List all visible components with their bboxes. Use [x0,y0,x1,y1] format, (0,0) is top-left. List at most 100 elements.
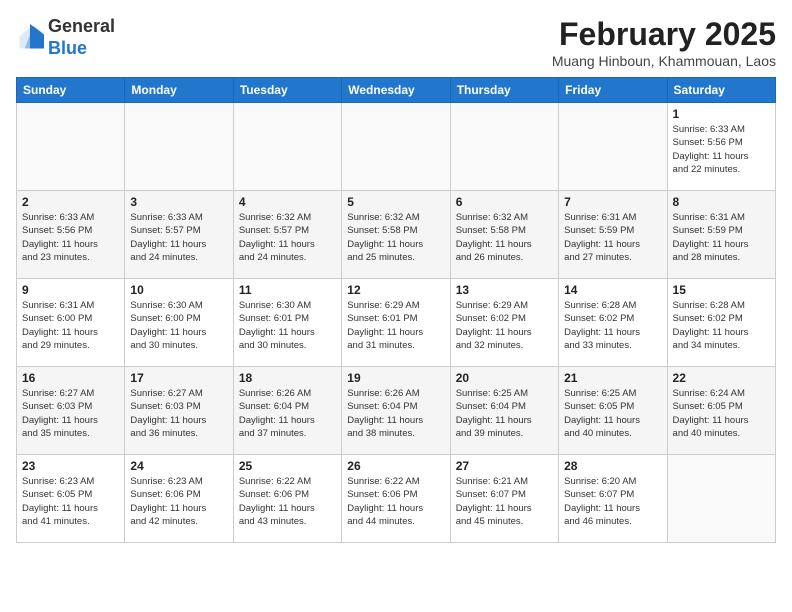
calendar-cell: 24 Sunrise: 6:23 AM Sunset: 6:06 PM Dayli… [125,455,233,543]
day-number: 12 [347,283,444,297]
day-number: 3 [130,195,227,209]
location: Muang Hinboun, Khammouan, Laos [552,53,776,69]
week-row-3: 9 Sunrise: 6:31 AM Sunset: 6:00 PM Daylig… [17,279,776,367]
day-number: 11 [239,283,336,297]
calendar-cell: 10 Sunrise: 6:30 AM Sunset: 6:00 PM Dayli… [125,279,233,367]
day-number: 4 [239,195,336,209]
calendar-table: SundayMondayTuesdayWednesdayThursdayFrid… [16,77,776,543]
calendar-cell: 25 Sunrise: 6:22 AM Sunset: 6:06 PM Dayli… [233,455,341,543]
day-info: Sunrise: 6:25 AM Sunset: 6:05 PM Dayligh… [564,387,661,440]
month-title: February 2025 [552,16,776,53]
calendar-cell [125,103,233,191]
day-info: Sunrise: 6:27 AM Sunset: 6:03 PM Dayligh… [130,387,227,440]
day-info: Sunrise: 6:31 AM Sunset: 5:59 PM Dayligh… [564,211,661,264]
day-number: 19 [347,371,444,385]
day-number: 7 [564,195,661,209]
calendar-cell: 6 Sunrise: 6:32 AM Sunset: 5:58 PM Daylig… [450,191,558,279]
day-number: 8 [673,195,770,209]
weekday-header-thursday: Thursday [450,78,558,103]
day-number: 6 [456,195,553,209]
day-number: 9 [22,283,119,297]
calendar-cell [450,103,558,191]
day-info: Sunrise: 6:24 AM Sunset: 6:05 PM Dayligh… [673,387,770,440]
logo-icon [16,24,44,52]
day-number: 15 [673,283,770,297]
week-row-4: 16Sunrise: 6:27 AM Sunset: 6:03 PM Dayli… [17,367,776,455]
day-info: Sunrise: 6:32 AM Sunset: 5:58 PM Dayligh… [456,211,553,264]
day-info: Sunrise: 6:31 AM Sunset: 5:59 PM Dayligh… [673,211,770,264]
day-info: Sunrise: 6:23 AM Sunset: 6:05 PM Dayligh… [22,475,119,528]
day-info: Sunrise: 6:26 AM Sunset: 6:04 PM Dayligh… [347,387,444,440]
day-number: 26 [347,459,444,473]
day-info: Sunrise: 6:33 AM Sunset: 5:57 PM Dayligh… [130,211,227,264]
calendar-cell: 18 Sunrise: 6:26 AM Sunset: 6:04 PM Dayli… [233,367,341,455]
calendar-cell: 28Sunrise: 6:20 AM Sunset: 6:07 PM Dayli… [559,455,667,543]
calendar-cell: 2 Sunrise: 6:33 AM Sunset: 5:56 PM Daylig… [17,191,125,279]
day-info: Sunrise: 6:32 AM Sunset: 5:58 PM Dayligh… [347,211,444,264]
logo-general: General [48,16,115,36]
day-number: 22 [673,371,770,385]
calendar-cell: 8 Sunrise: 6:31 AM Sunset: 5:59 PM Daylig… [667,191,775,279]
weekday-header-wednesday: Wednesday [342,78,450,103]
calendar-cell: 12 Sunrise: 6:29 AM Sunset: 6:01 PM Dayli… [342,279,450,367]
logo-text: General Blue [48,16,115,59]
day-info: Sunrise: 6:21 AM Sunset: 6:07 PM Dayligh… [456,475,553,528]
day-info: Sunrise: 6:29 AM Sunset: 6:02 PM Dayligh… [456,299,553,352]
calendar-cell [559,103,667,191]
logo: General Blue [16,16,115,59]
day-info: Sunrise: 6:23 AM Sunset: 6:06 PM Dayligh… [130,475,227,528]
week-row-2: 2 Sunrise: 6:33 AM Sunset: 5:56 PM Daylig… [17,191,776,279]
calendar-cell: 17 Sunrise: 6:27 AM Sunset: 6:03 PM Dayli… [125,367,233,455]
day-number: 2 [22,195,119,209]
day-number: 18 [239,371,336,385]
day-number: 23 [22,459,119,473]
calendar-cell: 9 Sunrise: 6:31 AM Sunset: 6:00 PM Daylig… [17,279,125,367]
day-number: 10 [130,283,227,297]
calendar-cell: 14 Sunrise: 6:28 AM Sunset: 6:02 PM Dayli… [559,279,667,367]
calendar-cell [667,455,775,543]
day-info: Sunrise: 6:25 AM Sunset: 6:04 PM Dayligh… [456,387,553,440]
day-number: 17 [130,371,227,385]
day-number: 20 [456,371,553,385]
day-number: 21 [564,371,661,385]
calendar-cell: 27 Sunrise: 6:21 AM Sunset: 6:07 PM Dayli… [450,455,558,543]
calendar-cell: 23 Sunrise: 6:23 AM Sunset: 6:05 PM Dayli… [17,455,125,543]
day-info: Sunrise: 6:33 AM Sunset: 5:56 PM Dayligh… [22,211,119,264]
calendar-cell: 1Sunrise: 6:33 AM Sunset: 5:56 PM Daylig… [667,103,775,191]
day-number: 25 [239,459,336,473]
calendar-cell: 20 Sunrise: 6:25 AM Sunset: 6:04 PM Dayli… [450,367,558,455]
week-row-1: 1Sunrise: 6:33 AM Sunset: 5:56 PM Daylig… [17,103,776,191]
weekday-header-saturday: Saturday [667,78,775,103]
day-number: 28 [564,459,661,473]
calendar-cell: 7 Sunrise: 6:31 AM Sunset: 5:59 PM Daylig… [559,191,667,279]
calendar-cell: 4Sunrise: 6:32 AM Sunset: 5:57 PM Daylig… [233,191,341,279]
day-number: 14 [564,283,661,297]
day-info: Sunrise: 6:30 AM Sunset: 6:00 PM Dayligh… [130,299,227,352]
calendar-cell: 26Sunrise: 6:22 AM Sunset: 6:06 PM Dayli… [342,455,450,543]
calendar-cell [17,103,125,191]
day-number: 27 [456,459,553,473]
day-info: Sunrise: 6:28 AM Sunset: 6:02 PM Dayligh… [673,299,770,352]
weekday-header-monday: Monday [125,78,233,103]
day-number: 1 [673,107,770,121]
day-info: Sunrise: 6:28 AM Sunset: 6:02 PM Dayligh… [564,299,661,352]
calendar-cell: 5 Sunrise: 6:32 AM Sunset: 5:58 PM Daylig… [342,191,450,279]
day-info: Sunrise: 6:31 AM Sunset: 6:00 PM Dayligh… [22,299,119,352]
day-info: Sunrise: 6:30 AM Sunset: 6:01 PM Dayligh… [239,299,336,352]
day-info: Sunrise: 6:29 AM Sunset: 6:01 PM Dayligh… [347,299,444,352]
day-number: 13 [456,283,553,297]
day-number: 24 [130,459,227,473]
calendar-cell: 19 Sunrise: 6:26 AM Sunset: 6:04 PM Dayli… [342,367,450,455]
page-header: General Blue February 2025 Muang Hinboun… [16,16,776,69]
day-info: Sunrise: 6:26 AM Sunset: 6:04 PM Dayligh… [239,387,336,440]
calendar-cell: 16Sunrise: 6:27 AM Sunset: 6:03 PM Dayli… [17,367,125,455]
calendar-cell: 13 Sunrise: 6:29 AM Sunset: 6:02 PM Dayli… [450,279,558,367]
day-number: 5 [347,195,444,209]
title-block: February 2025 Muang Hinboun, Khammouan, … [552,16,776,69]
calendar-cell: 3 Sunrise: 6:33 AM Sunset: 5:57 PM Daylig… [125,191,233,279]
week-row-5: 23 Sunrise: 6:23 AM Sunset: 6:05 PM Dayli… [17,455,776,543]
day-info: Sunrise: 6:22 AM Sunset: 6:06 PM Dayligh… [239,475,336,528]
weekday-header-row: SundayMondayTuesdayWednesdayThursdayFrid… [17,78,776,103]
calendar-cell [342,103,450,191]
weekday-header-friday: Friday [559,78,667,103]
